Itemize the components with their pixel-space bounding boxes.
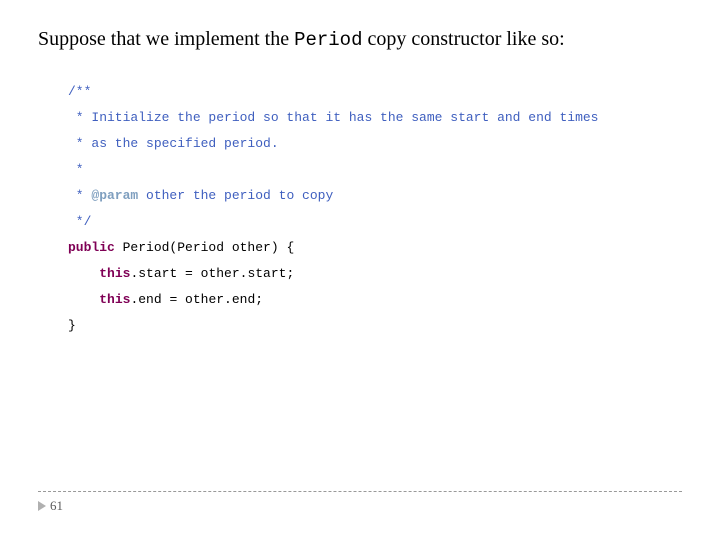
footer: 61	[38, 491, 682, 516]
slide: Suppose that we implement the Period cop…	[0, 0, 720, 540]
javadoc-tag: @param	[91, 188, 138, 203]
code-comment: *	[68, 162, 91, 177]
code-keyword: this	[99, 266, 130, 281]
code-text: Period(Period other) {	[115, 240, 294, 255]
code-text: .start = other.start;	[130, 266, 294, 281]
code-keyword: this	[99, 292, 130, 307]
code-comment: * Initialize the period so that it has t…	[68, 110, 599, 125]
code-comment: other the period to copy	[138, 188, 333, 203]
code-block: /** * Initialize the period so that it h…	[68, 79, 682, 339]
page-number: 61	[38, 498, 63, 514]
page-number-value: 61	[50, 498, 63, 514]
code-comment: *	[68, 188, 91, 203]
code-comment: /**	[68, 84, 91, 99]
code-text: }	[68, 318, 76, 333]
title-prefix: Suppose that we implement the	[38, 28, 294, 50]
code-indent	[68, 292, 99, 307]
triangle-icon	[38, 501, 46, 511]
title-mono: Period	[294, 29, 362, 51]
code-comment: */	[68, 214, 91, 229]
code-text: .end = other.end;	[130, 292, 263, 307]
title-suffix: copy constructor like so:	[363, 28, 565, 50]
code-keyword: public	[68, 240, 115, 255]
code-comment: * as the specified period.	[68, 136, 279, 151]
code-indent	[68, 266, 99, 281]
slide-title: Suppose that we implement the Period cop…	[38, 28, 682, 51]
